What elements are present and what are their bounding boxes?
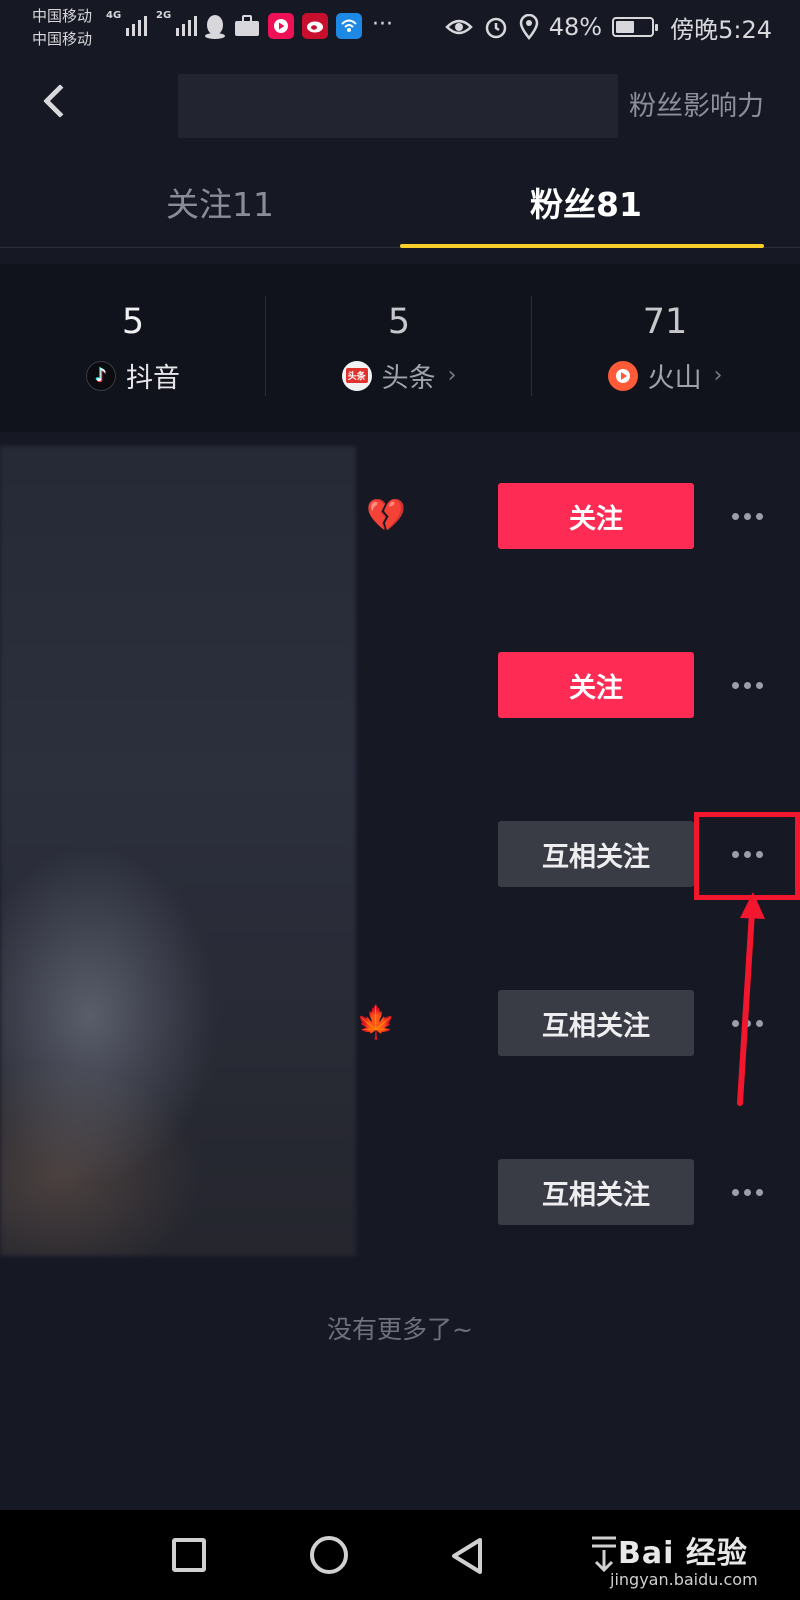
follow-button[interactable]: 关注 [498, 652, 694, 718]
location-icon [519, 14, 539, 40]
recents-button[interactable] [172, 1538, 206, 1572]
chevron-right-icon: › [447, 363, 457, 388]
more-options-icon[interactable] [722, 496, 772, 536]
nickname-emoji: 💔 [366, 496, 406, 534]
qq-icon [202, 13, 228, 39]
tab-bar: 关注11 粉丝81 [0, 160, 800, 248]
tab-active-indicator [400, 244, 764, 248]
home-button[interactable] [310, 1536, 348, 1574]
platform-stats: 5 ♪ 抖音 5 头条 头条 › 71 火山 › [0, 264, 800, 432]
carrier-names: 中国移动 中国移动 [32, 5, 92, 51]
stat-label: 头条 头条 › [266, 356, 532, 395]
nickname-emoji: 🍁 [356, 1003, 396, 1041]
status-bar: 中国移动 中国移动 4G 2G ··· 48% 傍晚5:24 [0, 0, 800, 54]
video-app-icon [268, 13, 294, 39]
tab-following[interactable]: 关注11 [166, 178, 274, 226]
stat-label: 火山 › [532, 356, 798, 395]
mutual-follow-button[interactable]: 互相关注 [498, 821, 694, 887]
briefcase-icon [234, 13, 260, 39]
carrier-1: 中国移动 [32, 7, 93, 25]
toutiao-icon: 头条 [341, 360, 372, 391]
system-nav-bar: Bai 经验 jingyan.baidu.com [0, 1510, 800, 1600]
back-button[interactable] [30, 74, 80, 128]
stat-count: 5 [387, 302, 411, 342]
signal-1-icon: 4G [106, 10, 148, 36]
more-options-icon[interactable] [722, 1003, 772, 1043]
fan-row[interactable]: 关注 [0, 615, 800, 785]
highlight-box [694, 812, 800, 900]
platform-name: 抖音 [126, 363, 180, 394]
alarm-icon [485, 17, 506, 39]
fan-influence-link[interactable]: 粉丝影响力 [629, 84, 764, 123]
eye-icon [444, 19, 473, 35]
username-title-blurred [178, 74, 618, 138]
mutual-follow-button[interactable]: 互相关注 [498, 990, 694, 1056]
fan-row[interactable]: 💔 关注 [0, 446, 800, 616]
baidu-watermark-url: jingyan.baidu.com [610, 1570, 758, 1589]
weibo-icon [302, 13, 328, 39]
more-notifications-icon: ··· [372, 12, 393, 37]
back-triangle-icon[interactable] [448, 1536, 488, 1576]
chevron-left-icon [43, 84, 77, 118]
tab-fans[interactable]: 粉丝81 [530, 178, 642, 226]
battery-percent: 48% [548, 13, 603, 41]
platform-name: 头条 [381, 363, 436, 394]
baidu-watermark: Bai 经验 [618, 1536, 748, 1571]
platform-name: 火山 [647, 363, 702, 394]
follow-button[interactable]: 关注 [498, 483, 694, 549]
stat-count: 71 [642, 302, 688, 342]
fan-row[interactable]: 互相关注 [0, 784, 800, 954]
huoshan-icon [607, 360, 638, 391]
more-options-icon[interactable] [722, 1172, 772, 1212]
status-right: 48% 傍晚5:24 [444, 10, 772, 44]
notification-pull-icon[interactable] [590, 1534, 618, 1574]
stat-count: 5 [121, 302, 145, 342]
stat-toutiao[interactable]: 5 头条 头条 › [266, 264, 532, 432]
fan-row[interactable]: 互相关注 [0, 1122, 800, 1292]
stat-douyin[interactable]: 5 ♪ 抖音 [0, 264, 266, 432]
clock: 傍晚5:24 [670, 15, 772, 44]
fan-row[interactable]: 🍁 互相关注 [0, 953, 800, 1123]
stat-label: ♪ 抖音 [0, 356, 266, 395]
battery-icon [612, 17, 659, 37]
signal-2-icon: 2G [156, 10, 198, 36]
mutual-follow-button[interactable]: 互相关注 [498, 1159, 694, 1225]
wifi-app-icon [336, 13, 362, 39]
carrier-2: 中国移动 [32, 30, 93, 48]
douyin-icon: ♪ [86, 360, 116, 391]
chevron-right-icon: › [713, 363, 723, 388]
more-options-icon[interactable] [722, 665, 772, 705]
stat-huoshan[interactable]: 71 火山 › [532, 264, 798, 432]
no-more-text: 没有更多了~ [327, 1315, 473, 1344]
